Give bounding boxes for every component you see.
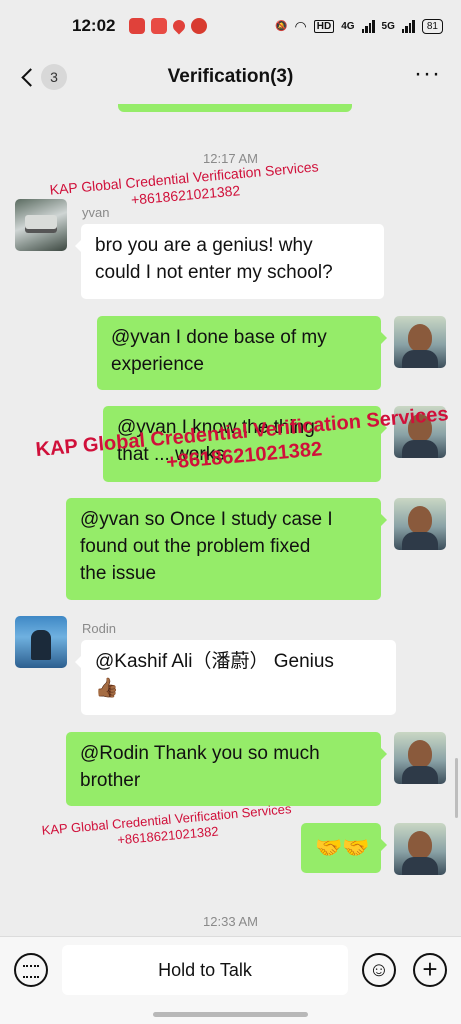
avatar-self[interactable] bbox=[394, 732, 446, 784]
message-text: found out the problem fixed bbox=[80, 536, 311, 557]
scrollbar[interactable] bbox=[455, 758, 458, 818]
avatar-rodin[interactable] bbox=[15, 616, 67, 668]
hold-to-talk-button[interactable]: Hold to Talk bbox=[62, 945, 348, 995]
status-bar: 12:02 🔕 ◠ HD 4G 5G 81 bbox=[0, 0, 461, 52]
message-bubble-outgoing[interactable]: @yvan I done base of my experience bbox=[97, 316, 387, 390]
hd-label: HD bbox=[313, 19, 335, 33]
more-options-icon[interactable]: ··· bbox=[414, 62, 441, 86]
message-bubble-outgoing[interactable]: @Rodin Thank you so much brother bbox=[66, 732, 387, 806]
message-bubble-incoming[interactable]: bro you are a genius! why could I not en… bbox=[75, 224, 384, 299]
message-text: experience bbox=[111, 354, 204, 375]
signal-icon bbox=[361, 19, 375, 33]
avatar-self[interactable] bbox=[394, 316, 446, 368]
avatar-self[interactable] bbox=[394, 498, 446, 550]
app-notification-icon bbox=[129, 18, 146, 34]
message-timestamp: 12:17 AM bbox=[203, 151, 258, 166]
app-notification-icon bbox=[191, 18, 208, 34]
handshake-icon: 🤝🤝 bbox=[315, 835, 370, 860]
message-bubble-incoming[interactable]: @Kashif Ali（潘蔚） Genius 👍🏾 bbox=[75, 640, 396, 715]
mute-bell-icon: 🔕 bbox=[275, 20, 288, 32]
message-bubble-outgoing[interactable]: @yvan so Once I study case I found out t… bbox=[66, 498, 387, 600]
avatar-self[interactable] bbox=[394, 823, 446, 875]
notification-icons bbox=[129, 17, 208, 35]
keyboard-icon[interactable] bbox=[14, 953, 48, 987]
battery-indicator: 81 bbox=[421, 18, 443, 34]
thumbs-up-icon: 👍🏾 bbox=[95, 678, 119, 699]
status-time: 12:02 bbox=[72, 16, 116, 35]
location-pin-icon bbox=[170, 17, 188, 35]
message-text: @Rodin Thank you so much bbox=[80, 743, 320, 764]
message-text: @Kashif Ali（潘蔚） Genius bbox=[95, 651, 334, 672]
watermark-overlay: KAP Global Credential Verification Servi… bbox=[41, 801, 293, 855]
app-notification-icon bbox=[151, 18, 168, 34]
back-button[interactable]: 3 bbox=[18, 64, 67, 90]
wifi-icon: ◠ bbox=[294, 17, 307, 34]
emoji-icon[interactable]: ☺ bbox=[362, 953, 396, 987]
previous-message-fragment[interactable] bbox=[118, 104, 352, 112]
unread-count-badge: 3 bbox=[41, 64, 67, 90]
message-text: brother bbox=[80, 770, 141, 791]
network-label: 5G bbox=[381, 20, 395, 32]
watermark-overlay: KAP Global Credential Verification Servi… bbox=[49, 158, 321, 215]
network-label: 4G bbox=[341, 20, 355, 32]
status-indicators: 🔕 ◠ HD 4G 5G 81 bbox=[275, 18, 443, 35]
chevron-left-icon bbox=[21, 67, 40, 87]
message-text: the issue bbox=[80, 563, 157, 584]
message-text: @yvan I done base of my bbox=[111, 327, 327, 348]
chat-title: Verification(3) bbox=[167, 66, 294, 87]
message-timestamp: 12:33 AM bbox=[203, 914, 258, 929]
message-text: could I not enter my school? bbox=[95, 262, 333, 283]
message-text: bro you are a genius! why bbox=[95, 235, 313, 256]
input-bar: Hold to Talk ☺ + bbox=[0, 936, 461, 1024]
plus-icon[interactable]: + bbox=[413, 953, 447, 987]
sender-name: Rodin bbox=[82, 621, 116, 636]
message-text: @yvan so Once I study case I bbox=[80, 509, 333, 530]
home-indicator[interactable] bbox=[153, 1012, 308, 1017]
chat-header: 3 Verification(3) ··· bbox=[0, 52, 461, 104]
message-bubble-outgoing[interactable]: 🤝🤝 bbox=[301, 823, 387, 873]
signal-icon bbox=[401, 19, 415, 33]
